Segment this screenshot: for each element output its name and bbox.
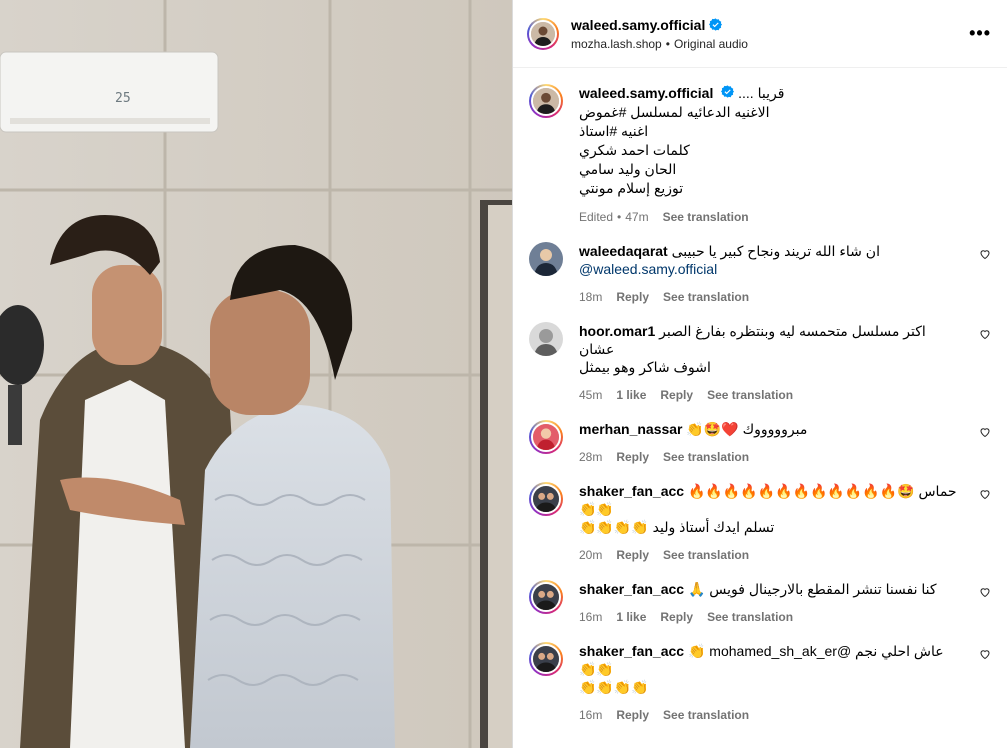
- comment-time: 16m: [579, 610, 603, 624]
- comment-time: 28m: [579, 450, 603, 464]
- profile-photo: [533, 646, 559, 672]
- caption-line-3: اغنيه #استاذ: [579, 122, 961, 141]
- comment-item: shaker_fan_acc حماس 🤩🔥🔥🔥🔥🔥🔥🔥🔥🔥🔥🔥🔥👏👏 تسلم…: [529, 482, 991, 562]
- reply-button[interactable]: Reply: [660, 388, 693, 402]
- comment-item: merhan_nassar مبروووووك ❤️🤩👏 28m Reply S…: [529, 420, 991, 464]
- profile-photo: [533, 424, 559, 450]
- profile-photo: [531, 21, 555, 46]
- reply-button[interactable]: Reply: [660, 610, 693, 624]
- comment-username[interactable]: shaker_fan_acc: [579, 643, 684, 659]
- profile-photo: [533, 486, 559, 512]
- profile-photo: [529, 242, 563, 276]
- commenter-avatar[interactable]: [529, 482, 563, 516]
- comment-username[interactable]: hoor.omar1: [579, 323, 655, 339]
- see-translation-button[interactable]: See translation: [663, 290, 749, 304]
- profile-photo: [533, 88, 559, 114]
- reply-button[interactable]: Reply: [616, 290, 649, 304]
- comments-list: waleed.samy.official قريبا .... الاغنيه …: [513, 68, 1007, 722]
- caption-line-2: الاغنيه الدعائيه لمسلسل #غموض: [579, 103, 961, 122]
- caption-avatar[interactable]: [529, 84, 563, 118]
- mention-link[interactable]: @waleed.samy.official: [579, 261, 717, 277]
- comment-time: 45m: [579, 388, 603, 402]
- reply-button[interactable]: Reply: [616, 450, 649, 464]
- comment-text: مبروووووك ❤️🤩👏: [686, 421, 808, 437]
- comment-text-2: اشوف شاكر وهو بيمثل: [579, 359, 711, 375]
- caption-line-2-text: الاغنيه الدعائيه لمسلسل #غموض: [579, 104, 770, 120]
- post-header: waleed.samy.official mozha.lash.shop • O…: [513, 0, 1007, 68]
- post-caption: waleed.samy.official قريبا .... الاغنيه …: [529, 84, 991, 224]
- profile-photo: [529, 322, 563, 356]
- reply-button[interactable]: Reply: [616, 708, 649, 722]
- video-frame: 25: [0, 0, 512, 748]
- heart-icon[interactable]: [979, 648, 991, 660]
- caption-line-6: توزيع إسلام مونتي: [579, 180, 684, 196]
- heart-icon[interactable]: [979, 248, 991, 260]
- heart-icon[interactable]: [979, 328, 991, 340]
- post-side-panel: waleed.samy.official mozha.lash.shop • O…: [512, 0, 1007, 748]
- verified-badge-icon: [721, 85, 735, 98]
- comment-item: shaker_fan_acc عاش احلي نجم @mohamed_sh_…: [529, 642, 991, 722]
- commenter-avatar[interactable]: [529, 242, 563, 276]
- author-avatar[interactable]: [527, 17, 559, 50]
- see-translation-button[interactable]: See translation: [707, 610, 793, 624]
- caption-line-4: كلمات احمد شكري: [579, 142, 690, 158]
- comment-username[interactable]: shaker_fan_acc: [579, 581, 684, 597]
- caption-line-5: الحان وليد سامي: [579, 161, 677, 177]
- comment-item: hoor.omar1 اكتر مسلسل متحمسه ليه وبنتظره…: [529, 322, 991, 402]
- caption-username[interactable]: waleed.samy.official: [579, 85, 713, 101]
- comment-time: 18m: [579, 290, 603, 304]
- see-translation-button[interactable]: See translation: [663, 548, 749, 562]
- comment-item: waleedaqarat ان شاء الله تريند ونجاح كبي…: [529, 242, 991, 304]
- profile-photo: [533, 584, 559, 610]
- caption-time: 47m: [625, 210, 649, 224]
- likes-count[interactable]: 1 like: [616, 610, 646, 624]
- comment-text: ان شاء الله تريند ونجاح كبير يا حبيبى: [671, 243, 880, 259]
- see-translation-button[interactable]: See translation: [707, 388, 793, 402]
- comment-text-2: 👏👏👏👏: [579, 679, 649, 695]
- commenter-avatar[interactable]: [529, 420, 563, 454]
- comment-text: كنا نفسنا تنشر المقطع بالارجينال فويس 🙏: [687, 581, 937, 597]
- comment-text-2: تسلم ايدك أستاذ وليد 👏👏👏👏: [579, 519, 775, 535]
- caption-line-1: قريبا ....: [738, 85, 785, 101]
- audio-link[interactable]: Original audio: [674, 37, 748, 51]
- caption-line-3-text: اغنيه #استاذ: [579, 123, 649, 139]
- comment-time: 20m: [579, 548, 603, 562]
- see-translation-button[interactable]: See translation: [663, 210, 749, 224]
- comment-username[interactable]: waleedaqarat: [579, 243, 668, 259]
- ac-display: 25: [115, 91, 131, 106]
- comment-time: 16m: [579, 708, 603, 722]
- separator-dot: •: [617, 210, 622, 224]
- comment-username[interactable]: merhan_nassar: [579, 421, 683, 437]
- post-video[interactable]: 25: [0, 0, 512, 748]
- see-translation-button[interactable]: See translation: [663, 708, 749, 722]
- commenter-avatar[interactable]: [529, 322, 563, 356]
- likes-count[interactable]: 1 like: [616, 388, 646, 402]
- edited-label: Edited: [579, 210, 614, 224]
- commenter-avatar[interactable]: [529, 642, 563, 676]
- heart-icon[interactable]: [979, 488, 991, 500]
- more-horizontal-icon[interactable]: •••: [969, 24, 991, 42]
- heart-icon[interactable]: [979, 426, 991, 438]
- commenter-avatar[interactable]: [529, 580, 563, 614]
- comment-username[interactable]: shaker_fan_acc: [579, 483, 684, 499]
- see-translation-button[interactable]: See translation: [663, 450, 749, 464]
- location-link[interactable]: mozha.lash.shop: [571, 37, 662, 51]
- author-username[interactable]: waleed.samy.official: [571, 17, 705, 33]
- separator-dot: •: [665, 36, 670, 51]
- comment-item: shaker_fan_acc كنا نفسنا تنشر المقطع بال…: [529, 580, 991, 624]
- verified-badge-icon: [709, 18, 723, 31]
- heart-icon[interactable]: [979, 586, 991, 598]
- reply-button[interactable]: Reply: [616, 548, 649, 562]
